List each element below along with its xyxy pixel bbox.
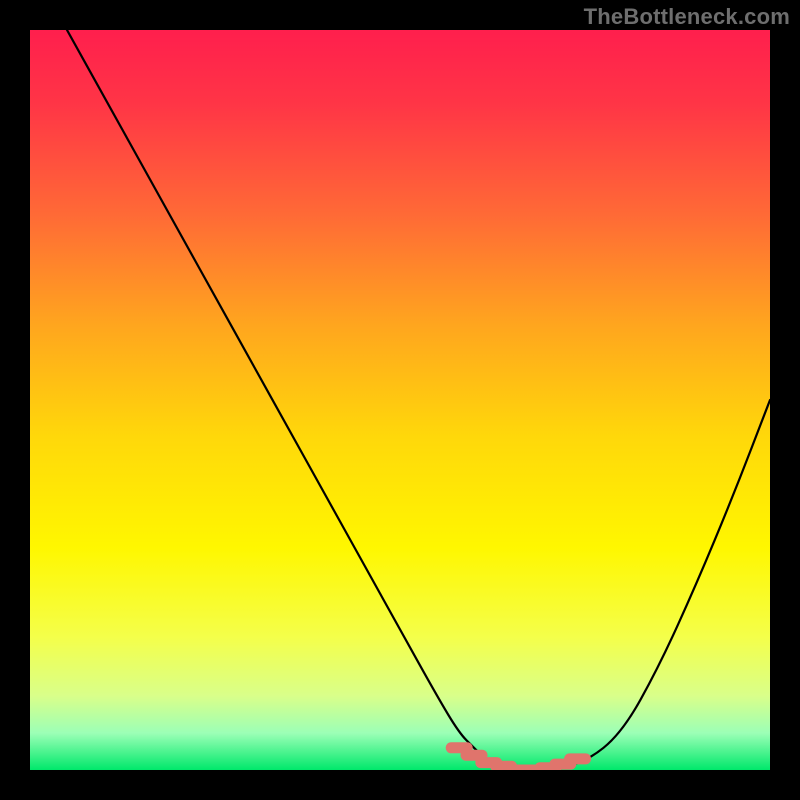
chart-svg — [30, 30, 770, 770]
chart-frame: TheBottleneck.com — [0, 0, 800, 800]
watermark-text: TheBottleneck.com — [584, 4, 790, 30]
gradient-background — [30, 30, 770, 770]
plot-area — [30, 30, 770, 770]
